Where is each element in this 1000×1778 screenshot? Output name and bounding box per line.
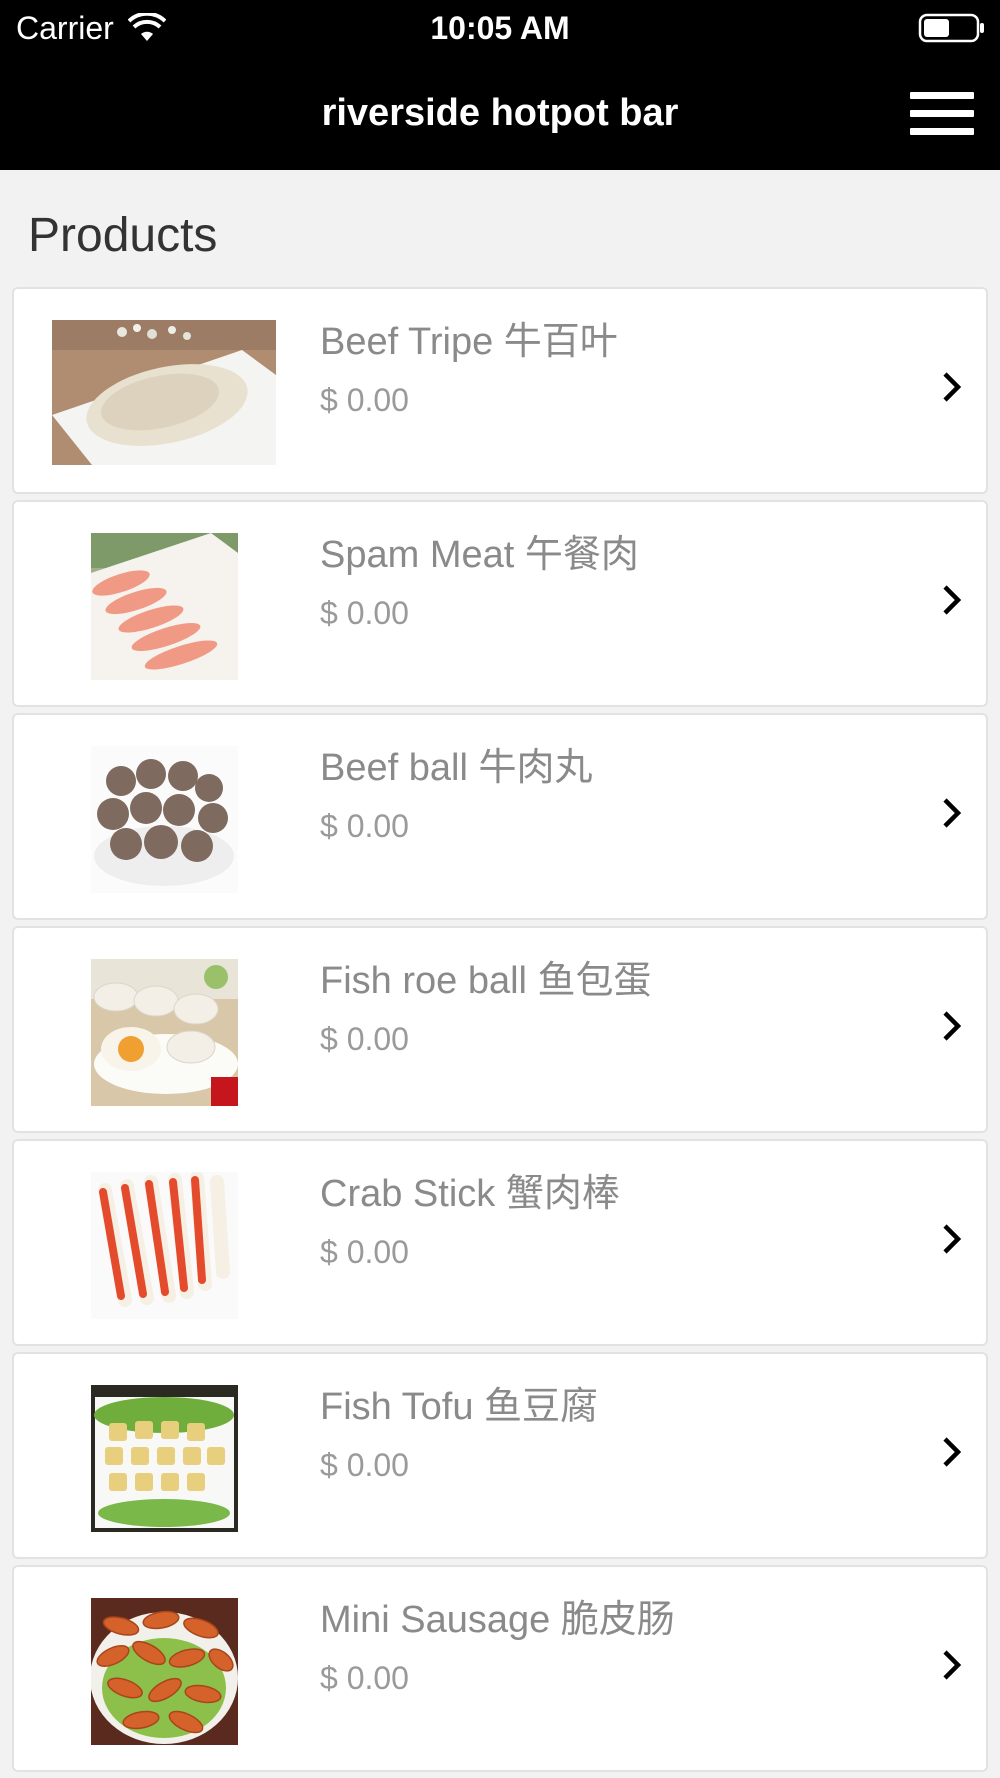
chevron-right-icon xyxy=(943,1650,962,1680)
chevron-right-icon xyxy=(943,1437,962,1467)
product-price: $ 0.00 xyxy=(320,808,409,844)
hamburger-menu-icon[interactable] xyxy=(910,92,974,136)
chevron-right-icon xyxy=(943,1224,962,1254)
product-item[interactable]: Fish roe ball 鱼包蛋 $ 0.00 xyxy=(12,926,988,1133)
status-bar: Carrier 10:05 AM xyxy=(0,0,1000,56)
product-price: $ 0.00 xyxy=(320,1021,409,1057)
mini-sausage-photo xyxy=(91,1598,238,1745)
product-name: Beef ball 牛肉丸 xyxy=(320,747,593,789)
product-price: $ 0.00 xyxy=(320,1660,409,1696)
beef-ball-photo xyxy=(91,746,238,893)
product-name: Mini Sausage 脆皮肠 xyxy=(320,1599,675,1641)
chevron-right-icon xyxy=(943,585,962,615)
product-price: $ 0.00 xyxy=(320,1447,409,1483)
product-name: Crab Stick 蟹肉棒 xyxy=(320,1173,620,1215)
fish-tofu-photo xyxy=(91,1385,238,1532)
crab-stick-photo xyxy=(91,1172,238,1319)
fish-roe-ball-photo xyxy=(91,959,238,1106)
product-name: Spam Meat 午餐肉 xyxy=(320,534,639,576)
nav-bar: riverside hotpot bar xyxy=(0,56,1000,170)
product-price: $ 0.00 xyxy=(320,382,409,418)
product-name: Beef Tripe 牛百叶 xyxy=(320,321,618,363)
spam-meat-photo xyxy=(91,533,238,680)
product-item[interactable]: Spam Meat 午餐肉 $ 0.00 xyxy=(12,500,988,707)
product-name: Fish Tofu 鱼豆腐 xyxy=(320,1386,599,1428)
product-list: Beef Tripe 牛百叶 $ 0.00 Spam Meat 午餐肉 $ 0.… xyxy=(12,287,988,1778)
product-item[interactable]: Crab Stick 蟹肉棒 $ 0.00 xyxy=(12,1139,988,1346)
page-title: riverside hotpot bar xyxy=(321,92,679,134)
product-name: Fish roe ball 鱼包蛋 xyxy=(320,960,652,1002)
chevron-right-icon xyxy=(943,372,962,402)
battery-icon xyxy=(918,13,984,43)
chevron-right-icon xyxy=(943,798,962,828)
product-item[interactable]: Fish Tofu 鱼豆腐 $ 0.00 xyxy=(12,1352,988,1559)
chevron-right-icon xyxy=(943,1011,962,1041)
beef-tripe-photo xyxy=(52,320,276,465)
product-item[interactable]: Mini Sausage 脆皮肠 $ 0.00 xyxy=(12,1565,988,1772)
section-title: Products xyxy=(28,209,218,262)
product-price: $ 0.00 xyxy=(320,595,409,631)
product-item[interactable]: Beef ball 牛肉丸 $ 0.00 xyxy=(12,713,988,920)
product-price: $ 0.00 xyxy=(320,1234,409,1270)
status-time: 10:05 AM xyxy=(430,10,570,46)
product-item[interactable]: Beef Tripe 牛百叶 $ 0.00 xyxy=(12,287,988,494)
